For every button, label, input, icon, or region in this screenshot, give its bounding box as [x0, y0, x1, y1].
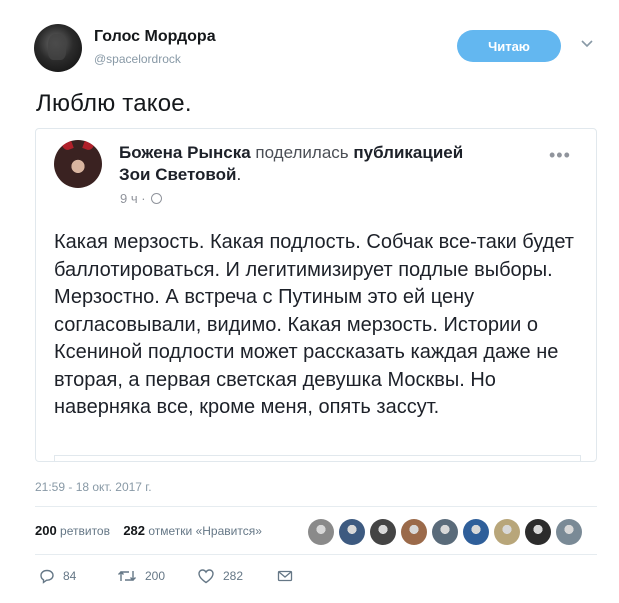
post-action-text: поделилась [255, 143, 349, 162]
liker-avatar-3[interactable] [370, 519, 396, 545]
post-author-avatar[interactable] [54, 140, 102, 188]
liker-avatar-5[interactable] [432, 519, 458, 545]
like-count: 282 [223, 569, 244, 583]
tweet-header: Голос Мордора @spacelordrock Читаю [34, 22, 599, 72]
retweets-count: 200 [35, 523, 57, 538]
message-action[interactable] [277, 568, 293, 584]
liker-avatar-1[interactable] [308, 519, 334, 545]
retweet-count: 200 [145, 569, 166, 583]
post-author-name[interactable]: Божена Рынска [119, 143, 251, 162]
author-name[interactable]: Голос Мордора [94, 28, 216, 46]
tweet-text: Люблю такое. [36, 90, 192, 117]
nested-card-edge [54, 455, 581, 461]
divider [35, 554, 597, 555]
envelope-icon [277, 570, 293, 582]
post-time: 9 ч · [120, 191, 163, 206]
reply-count: 84 [63, 569, 77, 583]
retweets-label: ретвитов [60, 524, 110, 538]
likes-stat[interactable]: 282 отметки «Нравится» [123, 523, 262, 538]
author-avatar[interactable] [34, 24, 82, 72]
divider [35, 506, 597, 507]
follow-button[interactable]: Читаю [457, 30, 561, 62]
author-handle[interactable]: @spacelordrock [94, 52, 181, 66]
chevron-down-icon[interactable] [580, 36, 594, 50]
reply-icon [40, 569, 54, 584]
likes-label: отметки «Нравится» [148, 524, 262, 538]
tweet-stats: 200 ретвитов 282 отметки «Нравится» [35, 523, 262, 538]
liker-avatar-4[interactable] [401, 519, 427, 545]
post-target-name[interactable]: Зои Световой [119, 165, 237, 184]
liker-avatar-8[interactable] [525, 519, 551, 545]
retweet-action[interactable]: 200 [117, 568, 165, 584]
tweet-timestamp[interactable]: 21:59 - 18 окт. 2017 г. [35, 480, 152, 494]
likes-count: 282 [123, 523, 146, 538]
post-body: Какая мерзость. Какая подлость. Собчак в… [54, 231, 574, 418]
globe-icon [151, 193, 163, 204]
retweets-stat[interactable]: 200 ретвитов [35, 523, 110, 538]
liker-avatar-9[interactable] [556, 519, 582, 545]
retweet-icon [118, 571, 136, 581]
liker-avatar-2[interactable] [339, 519, 365, 545]
more-options-icon[interactable]: ••• [549, 145, 571, 166]
tweet-actions: 84 200 282 [35, 568, 335, 586]
reply-action[interactable]: 84 [39, 568, 76, 584]
liker-avatar-7[interactable] [494, 519, 520, 545]
post-time-label: 9 ч [120, 191, 138, 206]
post-target-line: Зои Световой. [119, 165, 242, 184]
heart-icon [198, 569, 214, 584]
post-object-link[interactable]: публикацией [353, 143, 463, 162]
liker-avatar-6[interactable] [463, 519, 489, 545]
post-header-line: Божена Рынска поделилась публикацией [119, 143, 463, 163]
embedded-post-card[interactable]: Божена Рынска поделилась публикацией Зои… [35, 128, 597, 462]
like-action[interactable]: 282 [197, 568, 243, 584]
